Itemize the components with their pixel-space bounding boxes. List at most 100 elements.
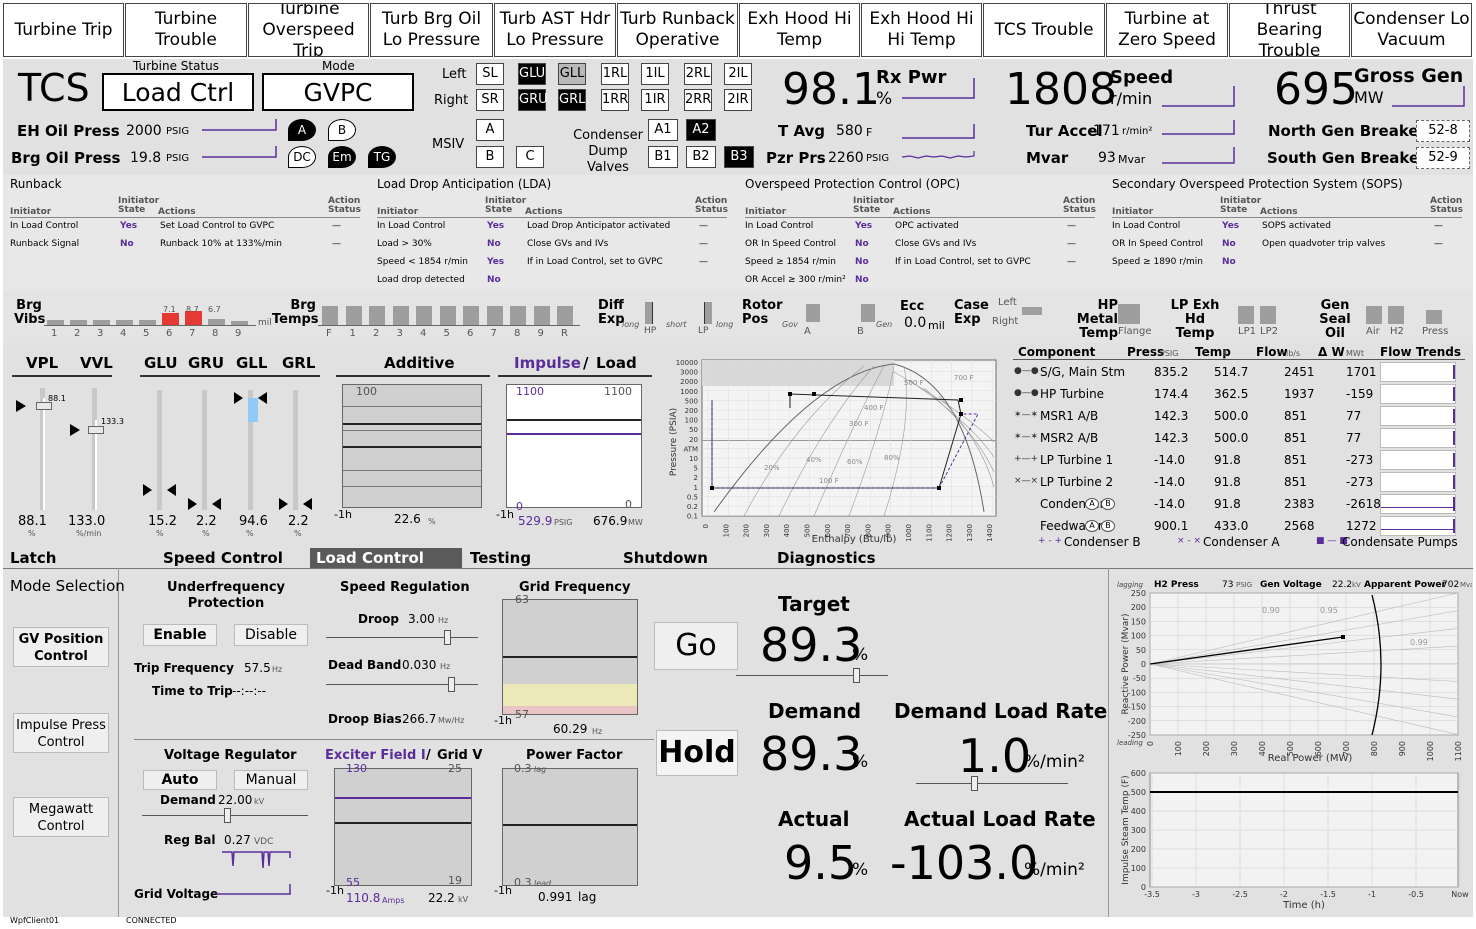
vvl-demand-marker	[70, 424, 80, 436]
auto-button[interactable]: Auto	[143, 770, 217, 790]
switch-gll[interactable]: GLL	[558, 63, 586, 85]
annunciator-10[interactable]: Turbine at Zero Speed	[1106, 3, 1228, 57]
dump-valve-b3[interactable]: B3	[724, 146, 754, 168]
annunciator-8[interactable]: Exh Hood Hi Hi Temp	[861, 3, 982, 57]
annunciator-9[interactable]: TCS Trouble	[983, 3, 1105, 57]
dump-valve-a1[interactable]: A1	[648, 119, 678, 141]
component-symbol: ✶—✶	[1014, 410, 1039, 420]
impulse-zero: 0	[516, 500, 523, 513]
switch-sl[interactable]: SL	[476, 63, 504, 85]
manual-button[interactable]: Manual	[234, 770, 308, 790]
tab-shutdown[interactable]: Shutdown	[623, 548, 773, 568]
action-status-header: Action Status	[1063, 196, 1096, 215]
annunciator-6[interactable]: Turb Runback Operative	[617, 3, 738, 57]
y-tick: 100	[1131, 864, 1146, 873]
droop-label: Droop	[358, 612, 399, 626]
tab-testing[interactable]: Testing	[470, 548, 620, 568]
switch-1il[interactable]: 1IL	[641, 63, 669, 85]
target-slider[interactable]	[853, 668, 860, 683]
valve-rule	[140, 375, 320, 377]
north-gen-breaker-value[interactable]: 52-8	[1416, 120, 1470, 142]
ufp-disable-button[interactable]: Disable	[234, 624, 308, 646]
y-tick: 1000	[680, 388, 698, 396]
impulse-press-control-button[interactable]: Impulse Press Control	[13, 713, 109, 753]
switch-2ir[interactable]: 2IR	[724, 89, 752, 111]
tab-diagnostics[interactable]: Diagnostics	[777, 548, 927, 568]
vreg-demand-slider[interactable]	[224, 808, 231, 823]
switch-glu[interactable]: GLU	[518, 63, 546, 85]
actual-value: 9.5	[784, 836, 858, 890]
switch-1rr[interactable]: 1RR	[601, 89, 629, 111]
north-gen-breaker-label: North Gen Breaker	[1268, 122, 1426, 140]
switch-2il[interactable]: 2IL	[724, 63, 752, 85]
load-rate-slider[interactable]	[971, 776, 978, 791]
header-unit: lb/s	[1286, 349, 1301, 358]
south-gen-breaker-value[interactable]: 52-9	[1416, 147, 1470, 169]
vib-tick: 5	[143, 328, 150, 339]
pump-a[interactable]: A	[1085, 520, 1099, 532]
megawatt-control-button[interactable]: Megawatt Control	[13, 797, 109, 837]
dump-valve-a2[interactable]: A2	[686, 119, 716, 141]
vpl-slider[interactable]	[36, 402, 52, 410]
initiator-state: Yes	[487, 257, 505, 267]
pump-b[interactable]: B	[1101, 498, 1115, 510]
switch-1rl[interactable]: 1RL	[601, 63, 629, 85]
switch-sr[interactable]: SR	[476, 89, 504, 111]
grid-v-bottom: 19	[448, 874, 462, 887]
initiator-state: No	[1222, 257, 1236, 267]
annunciator-12[interactable]: Condenser Lo Vacuum	[1351, 3, 1472, 57]
annunciator-2[interactable]: Turbine Trouble	[125, 3, 247, 57]
pump-dc[interactable]: DC	[288, 146, 316, 168]
msiv-c[interactable]: C	[516, 146, 544, 168]
annunciator-11[interactable]: Thrust Bearing Trouble	[1229, 3, 1350, 57]
dump-valve-b2[interactable]: B2	[686, 146, 716, 168]
annunciator-7[interactable]: Exh Hood Hi Temp	[739, 3, 860, 57]
switch-1ir[interactable]: 1IR	[641, 89, 669, 111]
system-name: TCS	[18, 66, 90, 110]
flow-trend-line	[1453, 365, 1455, 379]
switch-2rr[interactable]: 2RR	[684, 89, 712, 111]
vvl-slider[interactable]	[88, 426, 104, 434]
target-label: Target	[778, 592, 850, 616]
component-cell: 851	[1284, 431, 1307, 445]
go-button[interactable]: Go	[654, 622, 738, 670]
y-tick: 200	[1131, 603, 1146, 612]
pump-b[interactable]: B	[328, 119, 356, 141]
exciter-sep: /	[426, 748, 431, 763]
action: If in Load Control, set to GVPC	[895, 257, 1031, 267]
y-tick: 0.5	[687, 493, 698, 501]
switch-grl[interactable]: GRL	[558, 89, 586, 111]
component-name: MSR1 A/B	[1040, 409, 1099, 423]
tab-latch[interactable]: Latch	[10, 548, 116, 568]
pump-a[interactable]: A	[288, 119, 316, 141]
msiv-b[interactable]: B	[476, 146, 504, 168]
pump-b[interactable]: B	[1101, 520, 1115, 532]
ufp-enable-button[interactable]: Enable	[143, 624, 217, 646]
x-tick: -2	[1280, 890, 1288, 899]
vib-tick: 6	[166, 328, 173, 339]
annunciator-5[interactable]: Turb AST Hdr Lo Pressure	[494, 3, 616, 57]
grid-v-trace	[335, 822, 471, 824]
switch-2rl[interactable]: 2RL	[684, 63, 712, 85]
reg-bal-unit: VDC	[254, 837, 274, 847]
action: Close GVs and IVs	[895, 239, 977, 249]
glu-track	[157, 390, 162, 510]
pump-tg[interactable]: TG	[368, 146, 396, 168]
tab-speed-control[interactable]: Speed Control	[163, 548, 307, 568]
hold-button[interactable]: Hold	[656, 730, 738, 776]
annunciator-3[interactable]: Turbine Overspeed Trip	[248, 3, 369, 57]
annunciator-1[interactable]: Turbine Trip	[3, 3, 124, 57]
switch-gru[interactable]: GRU	[518, 89, 548, 111]
pump-a[interactable]: A	[1085, 498, 1099, 510]
tab-load-control[interactable]: Load Control	[310, 548, 462, 568]
component-header: Press	[1127, 345, 1165, 359]
vib-tick: 8	[212, 328, 219, 339]
pump-em[interactable]: Em	[328, 146, 356, 168]
msiv-a[interactable]: A	[476, 119, 504, 141]
annunciator-4[interactable]: Turb Brg Oil Lo Pressure	[370, 3, 493, 57]
lp2-label: LP2	[1260, 326, 1278, 337]
dead-band-slider[interactable]	[448, 677, 455, 692]
dump-valve-b1[interactable]: B1	[648, 146, 678, 168]
gv-position-control-button[interactable]: GV Position Control	[13, 627, 109, 667]
droop-slider[interactable]	[444, 630, 451, 645]
